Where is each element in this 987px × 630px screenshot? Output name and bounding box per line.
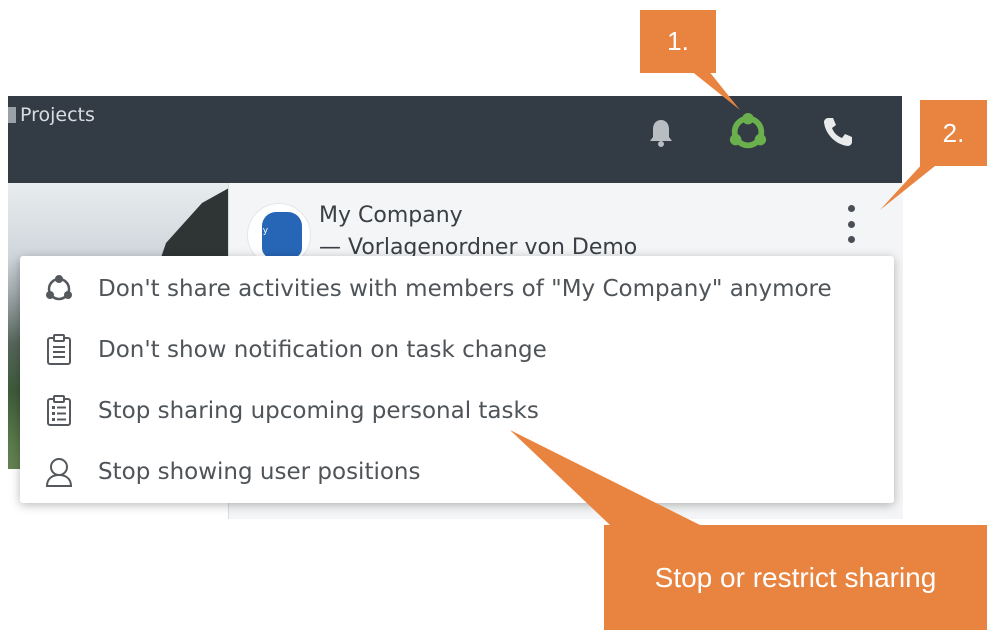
callout-note-pointer — [510, 430, 700, 525]
callout-step-1: 1. — [640, 10, 716, 73]
callout-1-pointer — [690, 70, 740, 110]
callout-step-2: 2. — [920, 100, 987, 166]
callout-note: Stop or restrict sharing — [604, 525, 987, 630]
